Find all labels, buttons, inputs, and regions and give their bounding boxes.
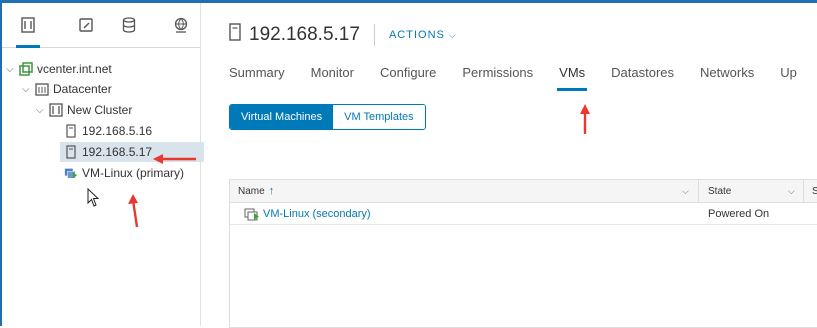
tree-item-label: vcenter.int.net: [37, 62, 112, 76]
vm-name-link[interactable]: VM-Linux (secondary): [263, 203, 371, 224]
chevron-down-icon: ⌵: [448, 29, 457, 40]
networking-icon[interactable]: [167, 11, 195, 39]
tab-vms[interactable]: VMs: [557, 65, 588, 91]
tree-item-datacenter[interactable]: ⌵ Datacenter: [22, 79, 112, 99]
tree-item-label: New Cluster: [67, 103, 133, 117]
column-header-status[interactable]: S: [812, 180, 817, 202]
annotation-arrow-icon: [153, 154, 196, 164]
annotation-arrow-icon: [580, 104, 590, 134]
object-tabs: Summary Monitor Configure Permissions VM…: [229, 65, 817, 91]
column-label: Name: [238, 185, 265, 197]
datacenter-icon: [35, 82, 49, 96]
grid-header: Name ↑ ⌵ State ⌵ S: [230, 180, 817, 203]
navigator-tabs: [2, 3, 200, 48]
tab-configure[interactable]: Configure: [380, 65, 436, 87]
tree-item-vm-linux-primary[interactable]: VM-Linux (primary): [64, 163, 184, 183]
tab-updates[interactable]: Up: [780, 65, 797, 87]
column-label: S: [812, 185, 817, 197]
vm-datagrid: Name ↑ ⌵ State ⌵ S VM-Linux (secondary) …: [229, 179, 817, 328]
tree-item-host-16[interactable]: 192.168.5.16: [64, 121, 152, 141]
cluster-icon: [49, 103, 63, 117]
page-title: 192.168.5.17: [249, 23, 360, 45]
sort-ascending-icon: ↑: [268, 185, 275, 197]
column-header-state[interactable]: State: [708, 180, 731, 202]
hosts-clusters-icon[interactable]: [14, 11, 42, 48]
mouse-cursor-icon: [87, 188, 100, 207]
vm-templates-button[interactable]: VM Templates: [333, 105, 425, 129]
virtual-machines-button[interactable]: Virtual Machines: [230, 105, 334, 129]
chevron-down-icon[interactable]: ⌵: [6, 64, 16, 75]
host-icon: [64, 124, 78, 138]
vm-type-toggle: Virtual Machines VM Templates: [229, 104, 426, 130]
annotation-arrow-icon: [128, 194, 139, 228]
column-header-name[interactable]: Name ↑: [238, 180, 274, 202]
header-divider: [373, 23, 375, 46]
actions-label: ACTIONS: [388, 28, 445, 41]
chevron-down-icon[interactable]: ⌵: [22, 84, 32, 95]
navigator-sidebar: ⌵ vcenter.int.net ⌵ Datacenter ⌵ New Clu…: [2, 3, 204, 326]
tree-item-label: 192.168.5.16: [82, 124, 153, 138]
column-divider: [803, 180, 804, 202]
tree-item-label: 192.168.5.17: [82, 145, 153, 159]
actions-button[interactable]: ACTIONS ⌵: [389, 29, 457, 41]
object-header: 192.168.5.17 ACTIONS ⌵: [229, 23, 457, 46]
host-icon: [229, 23, 241, 46]
storage-icon[interactable]: [115, 11, 143, 39]
vm-icon: [64, 166, 78, 180]
tree-item-label: Datacenter: [53, 82, 112, 96]
column-divider: [698, 180, 699, 202]
tree-item-new-cluster[interactable]: ⌵ New Cluster: [36, 100, 132, 120]
vms-templates-icon[interactable]: [72, 11, 100, 39]
table-row[interactable]: VM-Linux (secondary) Powered On: [230, 203, 817, 225]
main-panel: 192.168.5.17 ACTIONS ⌵ Summary Monitor C…: [201, 3, 817, 328]
tree-item-label: VM-Linux (primary): [82, 166, 185, 180]
host-icon: [64, 145, 78, 159]
vcenter-icon: [19, 62, 33, 76]
column-filter-icon[interactable]: ⌵: [682, 180, 689, 202]
tree-item-vcenter[interactable]: ⌵ vcenter.int.net: [6, 59, 112, 79]
tab-summary[interactable]: Summary: [229, 65, 285, 87]
tab-networks[interactable]: Networks: [700, 65, 754, 87]
vm-state: Powered On: [708, 207, 770, 220]
tab-datastores[interactable]: Datastores: [611, 65, 674, 87]
tab-permissions[interactable]: Permissions: [462, 65, 533, 87]
column-filter-icon[interactable]: ⌵: [788, 180, 795, 202]
tab-monitor[interactable]: Monitor: [311, 65, 354, 87]
column-label: State: [708, 185, 732, 197]
vm-icon: [244, 203, 260, 224]
chevron-down-icon[interactable]: ⌵: [36, 105, 46, 116]
